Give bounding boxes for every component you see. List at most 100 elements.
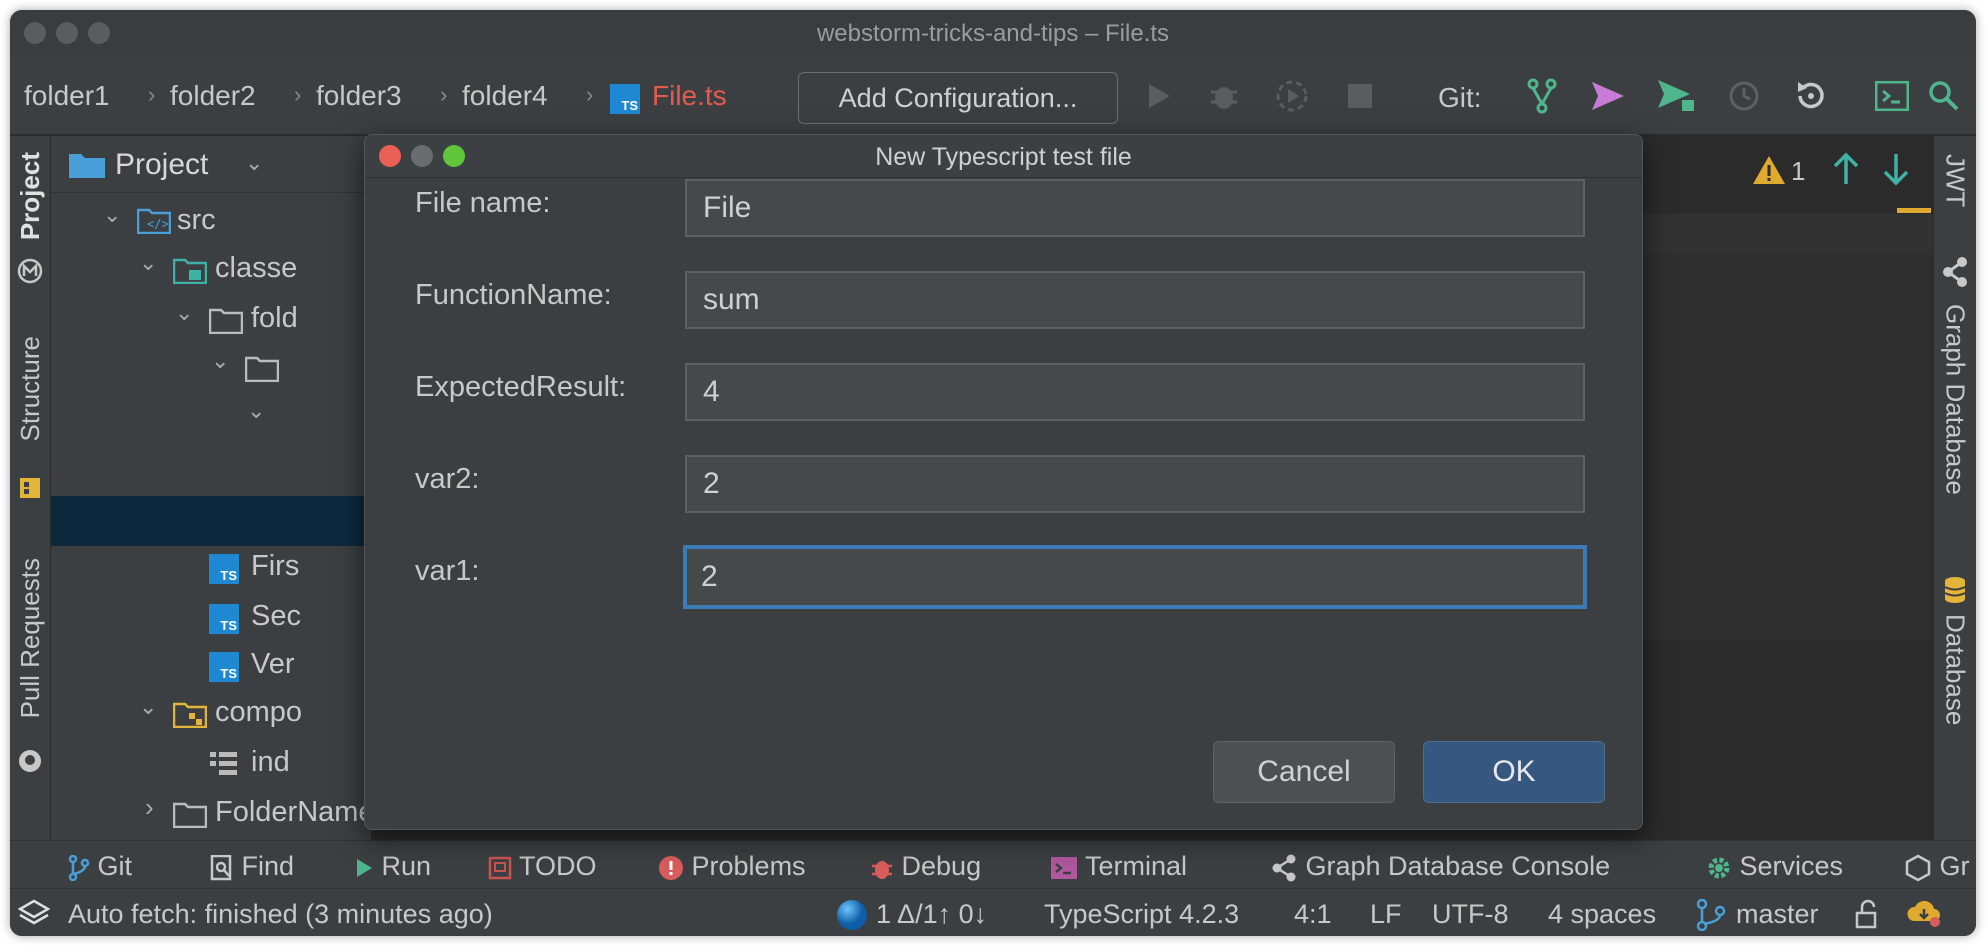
- breadcrumb-folder4[interactable]: folder4: [462, 80, 548, 112]
- tool-todo-label: TODO: [519, 851, 597, 881]
- function-name-input[interactable]: [685, 271, 1585, 329]
- tab-graph-database[interactable]: Graph Database: [1934, 304, 1976, 495]
- project-panel-title[interactable]: Project: [115, 148, 208, 182]
- components-folder-icon: [172, 700, 208, 733]
- tool-gr-truncated[interactable]: Gr: [1904, 851, 1970, 882]
- expand-chevron-icon[interactable]: ⌄: [139, 250, 157, 276]
- tool-find[interactable]: Find: [210, 851, 294, 882]
- tree-item-foldername[interactable]: FolderName: [215, 796, 375, 829]
- ok-button[interactable]: OK: [1423, 741, 1605, 803]
- language-version[interactable]: TypeScript 4.2.3: [1044, 899, 1239, 930]
- debug-small-icon: [872, 860, 892, 879]
- typescript-file-icon: TS: [209, 652, 239, 682]
- profile-icon[interactable]: [1272, 76, 1312, 116]
- run-icon[interactable]: [1138, 76, 1178, 116]
- tree-item-index[interactable]: ind: [251, 746, 290, 779]
- file-encoding[interactable]: UTF-8: [1432, 899, 1509, 930]
- tree-item-classes[interactable]: classe: [215, 252, 297, 285]
- caret-position[interactable]: 4:1: [1294, 899, 1332, 930]
- tree-item-first[interactable]: Firs: [251, 550, 299, 583]
- var1-input[interactable]: [683, 545, 1587, 609]
- cancel-button[interactable]: Cancel: [1213, 741, 1395, 803]
- terminal-small-icon: [1051, 856, 1077, 879]
- tool-todo[interactable]: TODO: [488, 851, 597, 882]
- stop-icon[interactable]: [1340, 76, 1380, 116]
- collapse-chevron-icon[interactable]: ›: [145, 792, 154, 823]
- debug-icon[interactable]: [1204, 76, 1244, 116]
- tree-item-folder[interactable]: fold: [251, 302, 298, 335]
- chevron-down-icon[interactable]: ⌄: [245, 150, 263, 176]
- expand-chevron-icon[interactable]: ⌄: [103, 202, 121, 228]
- tree-item-second[interactable]: Sec: [251, 600, 301, 633]
- git-branch[interactable]: master: [1736, 899, 1819, 930]
- tab-graph-database-label: Graph Database: [1940, 304, 1971, 495]
- git-commit-push-icon[interactable]: [1656, 76, 1696, 116]
- expand-chevron-icon[interactable]: ⌄: [139, 694, 157, 720]
- left-tool-stripe: Project Structure Pull Requests: [10, 136, 51, 840]
- expand-chevron-icon[interactable]: ⌄: [247, 398, 265, 424]
- title-bar: webstorm-tricks-and-tips – File.ts: [10, 10, 1976, 55]
- tab-jwt-label: JWT: [1940, 154, 1971, 208]
- breadcrumb-folder2[interactable]: folder2: [170, 80, 256, 112]
- tool-problems[interactable]: Problems: [658, 851, 806, 882]
- run-small-icon: [357, 858, 372, 877]
- tree-item-components[interactable]: compo: [215, 696, 302, 729]
- status-message[interactable]: Auto fetch: finished (3 minutes ago): [68, 899, 493, 930]
- unlock-icon[interactable]: [1854, 899, 1882, 934]
- breadcrumb-current-file[interactable]: File.ts: [652, 80, 727, 112]
- update-cloud-icon[interactable]: [1906, 897, 1942, 934]
- line-separator[interactable]: LF: [1370, 899, 1402, 930]
- tool-problems-label: Problems: [691, 851, 806, 881]
- tool-run[interactable]: Run: [354, 851, 431, 882]
- tool-git[interactable]: Git: [68, 851, 132, 882]
- tab-structure[interactable]: Structure: [10, 336, 50, 442]
- var2-input[interactable]: [685, 455, 1585, 513]
- file-name-input[interactable]: [685, 179, 1585, 237]
- tab-structure-label: Structure: [14, 336, 45, 442]
- tool-debug[interactable]: Debug: [870, 851, 981, 882]
- terminal-icon[interactable]: [1872, 76, 1912, 116]
- expand-chevron-icon[interactable]: ⌄: [175, 300, 193, 326]
- project-panel-header: Project ⌄: [51, 136, 371, 193]
- previous-highlight-arrow-icon[interactable]: [1831, 152, 1861, 191]
- indent-setting[interactable]: 4 spaces: [1548, 899, 1656, 930]
- project-tab-icon: [10, 258, 50, 284]
- tree-item-src[interactable]: src: [177, 204, 216, 237]
- selected-tree-row[interactable]: [51, 496, 371, 546]
- search-icon[interactable]: [1924, 76, 1964, 116]
- github-icon: [10, 748, 50, 774]
- breadcrumb-separator-icon: ›: [440, 82, 448, 107]
- breadcrumb-folder1[interactable]: folder1: [24, 80, 110, 112]
- source-folder-icon: </>: [136, 206, 172, 239]
- add-configuration-button[interactable]: Add Configuration...: [798, 72, 1118, 124]
- next-highlight-arrow-icon[interactable]: [1881, 152, 1911, 191]
- typescript-file-icon: TS: [610, 84, 640, 114]
- git-push-icon[interactable]: [1588, 76, 1628, 116]
- right-tool-stripe: JWT Graph Database Database: [1933, 136, 1976, 840]
- tab-project[interactable]: Project: [10, 152, 50, 240]
- ide-window: webstorm-tricks-and-tips – File.ts folde…: [10, 10, 1976, 936]
- warning-icon[interactable]: [1751, 154, 1787, 191]
- tool-graph-database-console[interactable]: Graph Database Console: [1270, 851, 1610, 882]
- tab-jwt[interactable]: JWT: [1934, 154, 1976, 207]
- index-file-icon: [209, 750, 239, 781]
- tab-pull-requests[interactable]: Pull Requests: [10, 558, 50, 718]
- breadcrumb-folder3[interactable]: folder3: [316, 80, 402, 112]
- folder-icon: [208, 306, 244, 339]
- history-icon[interactable]: [1724, 76, 1764, 116]
- expected-result-input[interactable]: [685, 363, 1585, 421]
- expand-chevron-icon[interactable]: ⌄: [211, 348, 229, 374]
- tab-database[interactable]: Database: [1934, 614, 1976, 725]
- tree-item-verify[interactable]: Ver: [251, 648, 295, 681]
- layers-icon[interactable]: [17, 899, 51, 934]
- tool-services[interactable]: Services: [1706, 851, 1843, 882]
- svg-text:</>: </>: [147, 217, 169, 231]
- vcs-counts[interactable]: 1 Δ/1↑ 0↓: [876, 899, 987, 930]
- project-panel: Project ⌄ ⌄ </> src ⌄ classe ⌄ fold ⌄ ⌄ …: [51, 136, 375, 840]
- tool-terminal[interactable]: Terminal: [1050, 851, 1187, 882]
- warning-stripe-marker[interactable]: [1897, 208, 1931, 213]
- git-branches-icon[interactable]: [1522, 76, 1562, 116]
- rollback-icon[interactable]: [1790, 76, 1830, 116]
- services-gear-icon: [1708, 857, 1730, 879]
- git-branch-icon: [68, 854, 90, 881]
